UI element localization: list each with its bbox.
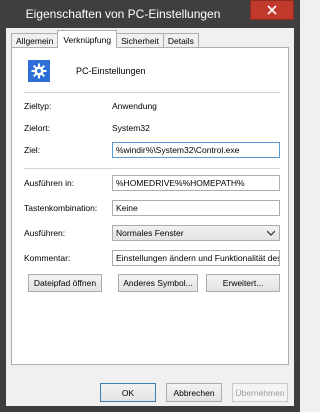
target-location-value: System32 [112,123,150,133]
tab-general[interactable]: Allgemein [11,33,59,48]
divider [24,92,280,93]
gear-icon [28,60,50,82]
run-select-value: Normales Fenster [116,228,184,238]
advanced-button[interactable]: Erweitert... [206,274,280,292]
properties-window: Eigenschaften von PC-Einstellungen Allge… [0,0,300,412]
hotkey-label: Tastenkombination: [24,203,98,213]
target-label: Ziel: [24,145,41,155]
ok-button[interactable]: OK [100,383,156,402]
target-type-label: Zieltyp: [24,101,52,111]
title-bar[interactable]: Eigenschaften von PC-Einstellungen [0,0,300,28]
target-field[interactable]: %windir%\System32\Control.exe [112,142,280,158]
tab-security[interactable]: Sicherheit [116,33,164,48]
shortcut-panel: PC-Einstellungen Zieltyp: Anwendung Ziel… [11,47,289,365]
tab-shortcut[interactable]: Verknüpfung [57,30,118,48]
target-type-value: Anwendung [112,101,157,111]
window-title: Eigenschaften von PC-Einstellungen [25,7,221,21]
close-icon [267,5,277,15]
comment-label: Kommentar: [24,253,71,263]
apply-button[interactable]: Übernehmen [232,383,288,402]
divider [24,168,280,169]
run-label: Ausführen: [24,228,66,238]
close-button[interactable] [250,0,294,20]
shortcut-name: PC-Einstellungen [76,66,146,76]
start-in-field[interactable]: %HOMEDRIVE%%HOMEPATH% [112,175,280,191]
open-file-location-button[interactable]: Dateipfad öffnen [28,274,102,292]
cancel-button[interactable]: Abbrechen [166,383,222,402]
change-icon-button[interactable]: Anderes Symbol... [118,274,198,292]
target-location-label: Zielort: [24,123,50,133]
chevron-down-icon [267,230,275,236]
comment-field[interactable]: Einstellungen ändern und Funktionalität … [112,250,280,266]
tab-details[interactable]: Details [162,33,199,48]
tab-strip: Allgemein Verknüpfung Sicherheit Details [11,30,199,48]
start-in-label: Ausführen in: [24,178,75,188]
hotkey-field[interactable]: Keine [112,200,280,216]
dialog-client-area: Allgemein Verknüpfung Sicherheit Details [6,28,294,406]
run-select[interactable]: Normales Fenster [112,225,280,241]
